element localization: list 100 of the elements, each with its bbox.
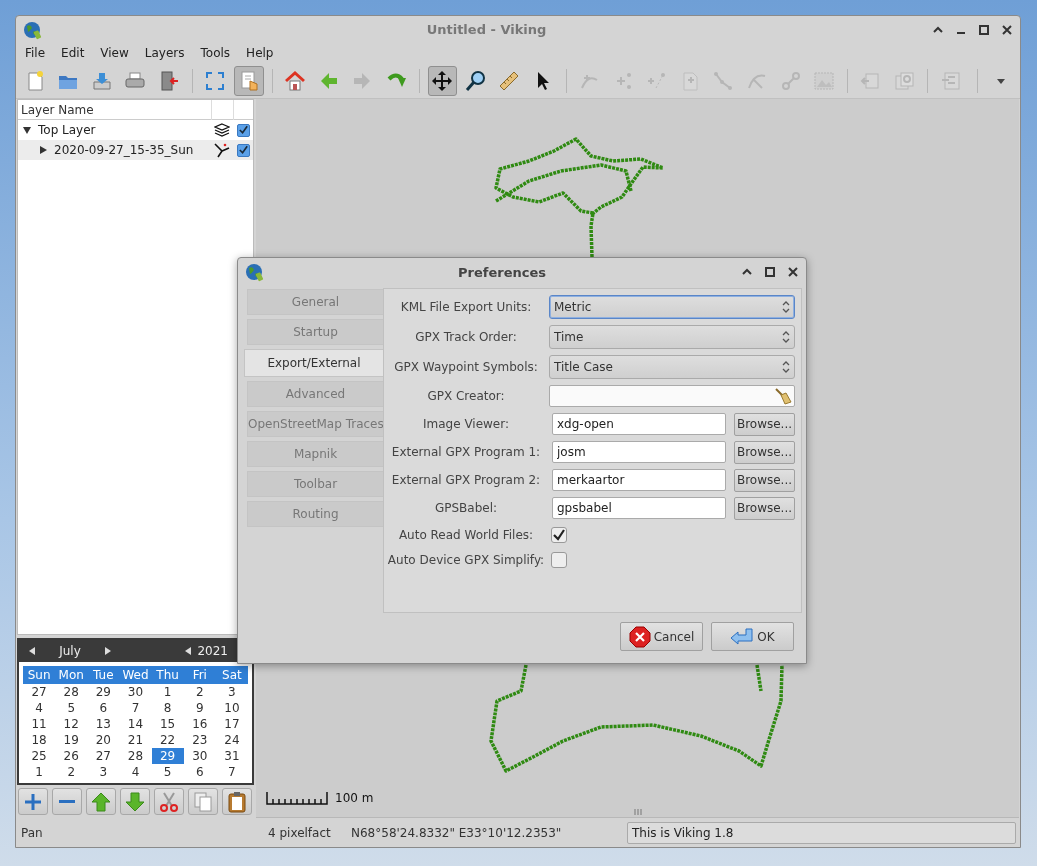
calendar-day[interactable]: 25 xyxy=(23,748,56,764)
weekday-label: Wed xyxy=(121,668,150,682)
calendar-day[interactable]: 12 xyxy=(55,716,88,732)
add-button[interactable] xyxy=(18,788,48,815)
clipboard-icon xyxy=(226,790,248,813)
dropdown[interactable]: Time xyxy=(549,325,795,349)
calendar-day[interactable]: 23 xyxy=(183,732,216,748)
resize-grip-icon[interactable] xyxy=(634,809,642,815)
checkbox[interactable] xyxy=(551,551,567,568)
stop-sign-icon xyxy=(628,625,651,648)
field-label: Auto Device GPX Simplify: xyxy=(386,552,546,567)
calendar-day[interactable]: 10 xyxy=(215,700,248,716)
calendar-day[interactable]: 4 xyxy=(23,700,56,716)
dropdown[interactable]: Title Case xyxy=(549,355,795,379)
calendar-day[interactable]: 30 xyxy=(119,684,152,700)
calendar-day[interactable]: 6 xyxy=(183,764,216,780)
text-field[interactable]: merkaartor xyxy=(552,469,726,491)
calendar-day[interactable]: 18 xyxy=(23,732,56,748)
globe-icon xyxy=(244,262,264,282)
calendar-day[interactable]: 22 xyxy=(151,732,184,748)
visibility-checkbox[interactable] xyxy=(236,143,250,157)
collapsed-triangle-icon[interactable] xyxy=(38,145,48,155)
move-arrows-icon xyxy=(431,69,454,92)
calendar-day[interactable]: 7 xyxy=(119,700,152,716)
column-header[interactable]: Layer Name xyxy=(18,103,211,117)
calendar-day[interactable]: 20 xyxy=(87,732,120,748)
copy-button[interactable] xyxy=(188,788,218,815)
window-title: Untitled - Viking xyxy=(425,22,548,37)
calendar-day[interactable]: 14 xyxy=(119,716,152,732)
calendar-day[interactable]: 21 xyxy=(119,732,152,748)
move-up-button[interactable] xyxy=(86,788,116,815)
visibility-checkbox[interactable] xyxy=(236,123,250,137)
layer-list-icon xyxy=(939,69,962,92)
calendar-day[interactable]: 8 xyxy=(151,700,184,716)
menu-item[interactable]: Layers xyxy=(136,46,193,60)
calendar-day[interactable]: 5 xyxy=(151,764,184,780)
calendar-day[interactable]: 27 xyxy=(23,684,56,700)
cut-button[interactable] xyxy=(154,788,184,815)
calendar-day[interactable]: 17 xyxy=(215,716,248,732)
menu-item[interactable]: Tools xyxy=(192,46,239,60)
mode-label: Pan xyxy=(20,825,44,840)
calendar-day[interactable]: 1 xyxy=(23,764,56,780)
browse-button[interactable]: Browse... xyxy=(734,440,795,464)
text-field[interactable]: gpsbabel xyxy=(552,497,726,519)
paste-button[interactable] xyxy=(222,788,252,815)
tab[interactable]: Export/External xyxy=(244,349,383,377)
close-icon[interactable] xyxy=(1000,22,1014,37)
left-triangle-icon xyxy=(29,647,35,655)
checkbox[interactable] xyxy=(551,526,567,543)
calendar-day[interactable]: 9 xyxy=(183,700,216,716)
calendar-day[interactable]: 2 xyxy=(183,684,216,700)
close-icon[interactable] xyxy=(786,265,800,279)
expanded-triangle-icon[interactable] xyxy=(22,125,32,135)
calendar-day[interactable]: 29 xyxy=(87,684,120,700)
field-label: GPSBabel: xyxy=(433,501,499,515)
maximize-icon[interactable] xyxy=(977,22,991,37)
menu-item[interactable]: Help xyxy=(238,46,282,60)
menu-item[interactable]: View xyxy=(92,46,137,60)
page-hand-button[interactable] xyxy=(234,65,264,96)
browse-button[interactable]: Browse... xyxy=(734,412,795,436)
calendar-day[interactable]: 31 xyxy=(215,748,248,764)
calendar-day[interactable]: 27 xyxy=(87,748,120,764)
maximize-icon[interactable] xyxy=(763,265,777,279)
calendar-day[interactable]: 7 xyxy=(215,764,248,780)
move-arrows-button[interactable] xyxy=(427,65,458,96)
broom-icon[interactable] xyxy=(774,387,792,405)
calendar-day[interactable]: 4 xyxy=(119,764,152,780)
calendar-day[interactable]: 19 xyxy=(55,732,88,748)
remove-button[interactable] xyxy=(52,788,82,815)
calendar-day[interactable]: 3 xyxy=(215,684,248,700)
browse-button[interactable]: Browse... xyxy=(734,468,795,492)
weekday-label: Fri xyxy=(191,668,208,682)
calendar-day[interactable]: 13 xyxy=(87,716,120,732)
text-field[interactable] xyxy=(549,385,795,407)
menu-item[interactable]: Edit xyxy=(53,46,93,60)
calendar-day[interactable]: 28 xyxy=(55,684,88,700)
calendar-day[interactable]: 6 xyxy=(87,700,120,716)
dropdown[interactable]: Metric xyxy=(549,295,795,319)
layer-name[interactable]: Top Layer xyxy=(38,123,96,137)
text-field[interactable]: josm xyxy=(552,441,726,463)
text-field[interactable]: xdg-open xyxy=(552,413,726,435)
move-down-button[interactable] xyxy=(120,788,150,815)
calendar-day[interactable]: 11 xyxy=(23,716,56,732)
menu-item[interactable]: File xyxy=(17,46,54,60)
calendar-day[interactable]: 15 xyxy=(151,716,184,732)
calendar-day[interactable]: 24 xyxy=(215,732,248,748)
calendar-day[interactable]: 26 xyxy=(55,748,88,764)
calendar-day[interactable]: 3 xyxy=(87,764,120,780)
calendar-day[interactable]: 16 xyxy=(183,716,216,732)
calendar-day[interactable]: 28 xyxy=(119,748,152,764)
calendar-day[interactable]: 1 xyxy=(151,684,184,700)
up-down-arrows-icon xyxy=(782,360,790,374)
calendar-day[interactable]: 5 xyxy=(55,700,88,716)
year-label: 2021 xyxy=(197,644,229,658)
ok-button[interactable]: OK xyxy=(711,622,794,651)
browse-button[interactable]: Browse... xyxy=(734,496,795,520)
cancel-button[interactable]: Cancel xyxy=(620,622,703,651)
calendar-day[interactable]: 2 xyxy=(55,764,88,780)
calendar-day[interactable]: 29 xyxy=(151,748,184,764)
calendar-day[interactable]: 30 xyxy=(183,748,216,764)
